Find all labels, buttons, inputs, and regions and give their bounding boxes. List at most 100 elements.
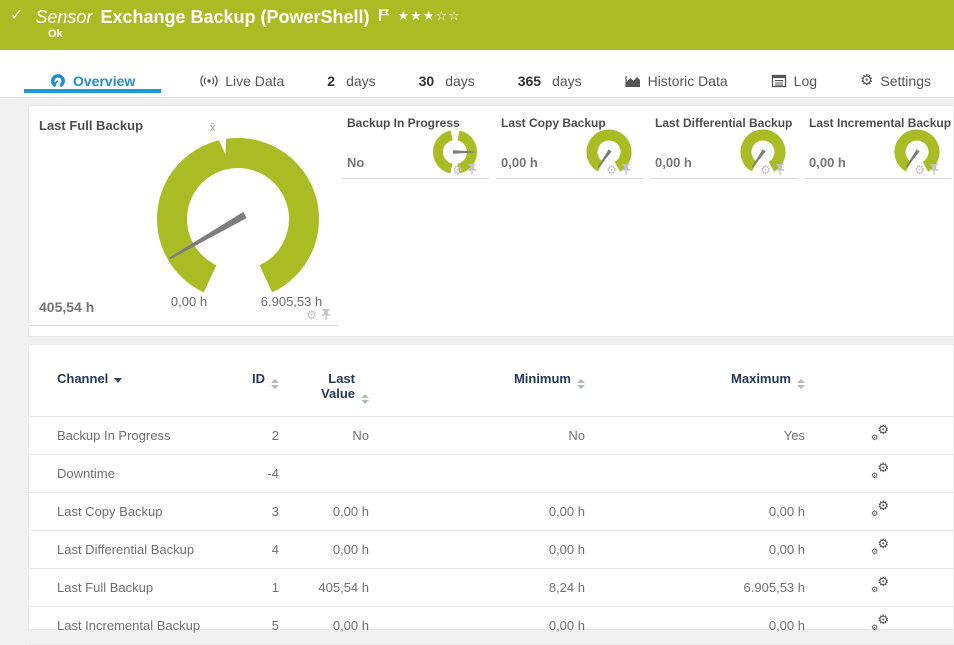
gauge-current-value: 0,00 h <box>501 155 538 170</box>
tab-settings[interactable]: Settings <box>856 64 935 98</box>
table-row: Last Full Backup 1 405,54 h 8,24 h 6.905… <box>29 569 954 607</box>
channel-minimum: 0,00 h <box>369 531 585 569</box>
column-header-channel[interactable]: Channel <box>29 345 229 417</box>
channel-last-value: 0,00 h <box>279 531 369 569</box>
flag-icon[interactable] <box>378 8 390 27</box>
sort-icon <box>797 379 805 389</box>
gauge-settings-icon[interactable] <box>306 309 317 321</box>
historic-data-icon <box>625 73 641 88</box>
channel-maximum: 6.905,53 h <box>585 569 805 607</box>
tab-2-days[interactable]: 2 days <box>323 64 379 98</box>
channel-id: 1 <box>229 569 279 607</box>
gauge-settings-icon[interactable] <box>760 164 771 176</box>
gauge-icon <box>50 73 66 89</box>
status-badge: Ok <box>48 28 63 40</box>
settings-gear-icon <box>860 73 873 88</box>
tab-day-count: 30 <box>419 73 435 89</box>
gauge-title: Last Full Backup <box>39 118 143 133</box>
tab-historic-data[interactable]: Historic Data <box>621 64 732 98</box>
column-label: Channel <box>57 371 108 386</box>
tab-30-days[interactable]: 30 days <box>415 64 479 98</box>
channel-id: 3 <box>229 493 279 531</box>
tab-log[interactable]: Log <box>767 64 821 98</box>
channel-maximum: 0,00 h <box>585 531 805 569</box>
pin-icon[interactable] <box>467 164 477 176</box>
tab-label: Historic Data <box>648 73 728 89</box>
column-label: Maximum <box>731 371 791 386</box>
gauge-tile-backup-in-progress[interactable]: Backup In Progress No <box>342 106 489 179</box>
channel-settings-icon[interactable] <box>871 540 889 556</box>
sort-icon <box>271 379 279 389</box>
sort-icon <box>577 379 585 389</box>
column-label: Minimum <box>514 371 571 386</box>
channel-settings-icon[interactable] <box>871 426 889 442</box>
tab-overview[interactable]: Overview <box>24 64 161 98</box>
channel-name[interactable]: Backup In Progress <box>29 417 229 455</box>
channel-maximum: 0,00 h <box>585 493 805 531</box>
channel-name[interactable]: Last Incremental Backup <box>29 607 229 645</box>
pin-icon[interactable] <box>929 164 939 176</box>
tab-live-data[interactable]: Live Data <box>196 64 288 98</box>
tab-365-days[interactable]: 365 days <box>514 64 586 98</box>
status-check-icon <box>10 5 23 27</box>
table-row: Last Copy Backup 3 0,00 h 0,00 h 0,00 h <box>29 493 954 531</box>
channel-minimum: 0,00 h <box>369 607 585 645</box>
tab-label: days <box>552 73 582 89</box>
channel-name[interactable]: Last Full Backup <box>29 569 229 607</box>
channel-last-value: 0,00 h <box>279 493 369 531</box>
log-icon <box>771 74 787 88</box>
gauge-current-value: 405,54 h <box>39 299 94 315</box>
channel-settings-icon[interactable] <box>871 464 889 480</box>
column-header-id[interactable]: ID <box>229 345 279 417</box>
channel-name[interactable]: Last Differential Backup <box>29 531 229 569</box>
average-marker-label: x̄ <box>210 122 216 134</box>
tab-day-count: 365 <box>518 73 541 89</box>
gauge-current-value: 0,00 h <box>809 155 846 170</box>
channel-id: 2 <box>229 417 279 455</box>
gauge-settings-icon[interactable] <box>914 164 925 176</box>
channel-name[interactable]: Downtime <box>29 455 229 493</box>
gauge-settings-icon[interactable] <box>452 164 463 176</box>
channel-minimum: 8,24 h <box>369 569 585 607</box>
table-row: Backup In Progress 2 No No Yes <box>29 417 954 455</box>
tab-label: days <box>346 73 376 89</box>
sensor-kind-label: Sensor <box>35 5 92 29</box>
channel-last-value: 405,54 h <box>279 569 369 607</box>
pin-icon[interactable] <box>621 164 631 176</box>
gauge-current-value: 0,00 h <box>655 155 692 170</box>
gauge-tile-last-copy-backup[interactable]: Last Copy Backup 0,00 h <box>496 106 643 179</box>
pin-icon[interactable] <box>321 309 331 321</box>
tab-bar: Overview Live Data 2 days 30 days 365 da… <box>0 50 954 98</box>
gauge-tile-last-differential-backup[interactable]: Last Differential Backup 0,00 h <box>650 106 797 179</box>
channel-last-value: 0,00 h <box>279 607 369 645</box>
column-header-last-value[interactable]: Last Value <box>279 345 369 417</box>
priority-stars[interactable]: ★★★☆☆ <box>398 9 461 24</box>
channel-last-value <box>279 455 369 493</box>
channel-settings-icon[interactable] <box>871 502 889 518</box>
channel-maximum <box>585 455 805 493</box>
pin-icon[interactable] <box>775 164 785 176</box>
column-label: Last Value <box>313 371 355 401</box>
channel-settings-icon[interactable] <box>871 578 889 594</box>
gauge-tile-last-incremental-backup[interactable]: Last Incremental Backup 0,00 h <box>804 106 951 179</box>
tab-day-count: 2 <box>327 73 335 89</box>
gauges-panel: Last Full Backup x̄ 0,00 h 6.905,53 h 40… <box>28 105 954 337</box>
sort-desc-icon <box>114 378 122 383</box>
channel-id: -4 <box>229 455 279 493</box>
gauge-settings-icon[interactable] <box>606 164 617 176</box>
channel-id: 5 <box>229 607 279 645</box>
channel-minimum <box>369 455 585 493</box>
channel-id: 4 <box>229 531 279 569</box>
gauge-tile-last-full-backup[interactable]: Last Full Backup x̄ 0,00 h 6.905,53 h 40… <box>29 106 338 326</box>
column-header-maximum[interactable]: Maximum <box>585 345 805 417</box>
table-row: Last Incremental Backup 5 0,00 h 0,00 h … <box>29 607 954 645</box>
live-data-icon <box>200 74 218 88</box>
table-header-row: Channel ID Last Value Minimum Maximum <box>29 345 954 417</box>
channel-name[interactable]: Last Copy Backup <box>29 493 229 531</box>
column-header-minimum[interactable]: Minimum <box>369 345 585 417</box>
channel-minimum: No <box>369 417 585 455</box>
channel-table: Channel ID Last Value Minimum Maximum <box>29 345 954 645</box>
channel-table-panel: Channel ID Last Value Minimum Maximum <box>28 344 954 630</box>
gauge-max-label: 6.905,53 h <box>244 294 339 309</box>
gauge-current-value: No <box>347 155 364 170</box>
